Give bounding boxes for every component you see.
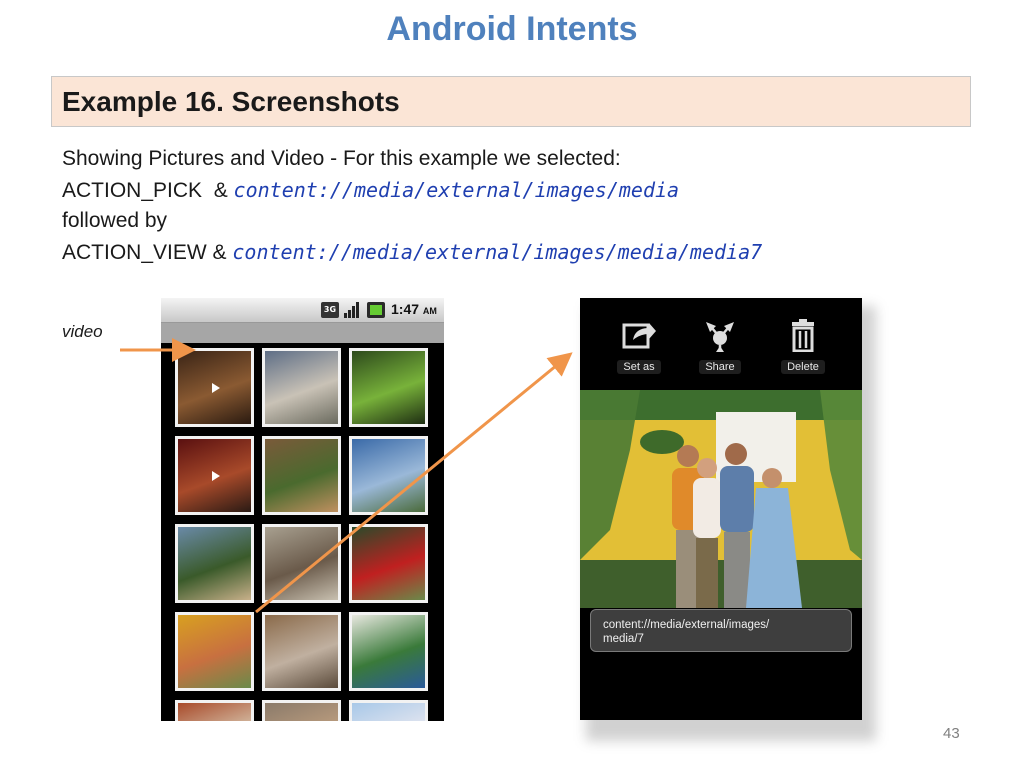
description: Showing Pictures and Video - For this ex… xyxy=(62,144,762,268)
sky-thumb-1[interactable] xyxy=(349,436,428,515)
golfer-thumb[interactable] xyxy=(349,524,428,603)
trash-icon xyxy=(792,319,814,352)
status-bar: 3G 1:47 AM xyxy=(161,298,444,323)
group-thumb[interactable] xyxy=(262,612,341,691)
gallery-title-bar xyxy=(161,323,444,343)
android-thumb[interactable] xyxy=(349,348,428,427)
crowd-thumb[interactable] xyxy=(262,700,341,721)
status-time: 1:47 AM xyxy=(391,301,437,317)
uri-line-1: content://media/external/images/ xyxy=(603,619,770,631)
thumbnail-image xyxy=(265,439,338,512)
thumbnail-image xyxy=(178,527,251,600)
beach-thumb[interactable] xyxy=(175,524,254,603)
thumbnail-image xyxy=(178,615,251,688)
thumbnail-image xyxy=(352,351,425,424)
video-label: video xyxy=(62,322,103,341)
thumbnail-image xyxy=(178,351,251,424)
thumbnail-image xyxy=(265,615,338,688)
uri-line-2: media/7 xyxy=(603,633,644,645)
example-header-box: Example 16. Screenshots xyxy=(51,76,971,127)
share-button[interactable]: Share xyxy=(690,318,750,375)
gallery-screenshot: 3G 1:47 AM xyxy=(161,298,444,721)
delete-label: Delete xyxy=(781,360,825,374)
house-thumb[interactable] xyxy=(175,700,254,721)
thumbnail-image xyxy=(352,439,425,512)
thumbnail-image xyxy=(265,527,338,600)
action-view-text: ACTION_VIEW & xyxy=(62,240,233,264)
network-3g-icon: 3G xyxy=(321,302,339,318)
action-pick-text: ACTION_PICK & xyxy=(62,178,234,202)
street-thumb[interactable] xyxy=(262,348,341,427)
golf-thumb[interactable] xyxy=(349,612,428,691)
people-thumb-1[interactable] xyxy=(262,436,341,515)
set-as-label: Set as xyxy=(617,360,661,374)
battery-icon xyxy=(367,302,385,318)
share-label: Share xyxy=(699,360,741,374)
thumbnail-image xyxy=(352,527,425,600)
thumbnail-image xyxy=(178,703,251,721)
thumbnail-image xyxy=(352,703,425,721)
description-line-4: ACTION_VIEW & content://media/external/i… xyxy=(62,237,762,269)
pick-uri: content://media/external/images/media xyxy=(233,177,680,202)
slide-title: Android Intents xyxy=(386,10,638,48)
uri-toast: content://media/external/images/ media/7 xyxy=(590,609,852,652)
family-photo xyxy=(580,390,862,608)
thumbnail-image xyxy=(265,703,338,721)
delete-button[interactable]: Delete xyxy=(773,318,833,375)
signal-icon xyxy=(344,302,360,318)
viewer-screenshot: Set as Share Delete content://media/exte… xyxy=(580,298,862,720)
thumbnail-image xyxy=(352,615,425,688)
description-line-3: followed by xyxy=(62,209,168,232)
building-thumb[interactable] xyxy=(262,524,341,603)
page-number: 43 xyxy=(943,725,960,742)
play-icon xyxy=(211,470,220,481)
set-as-button[interactable]: Set as xyxy=(609,318,669,375)
sky-thumb-2[interactable] xyxy=(349,700,428,721)
description-line-2: ACTION_PICK & content://media/external/i… xyxy=(62,175,762,207)
thumbnail-image xyxy=(265,351,338,424)
example-title: Example 16. Screenshots xyxy=(62,86,400,117)
view-uri: content://media/external/images/media/me… xyxy=(232,239,763,264)
share-icon xyxy=(706,322,734,352)
family-thumb[interactable] xyxy=(175,612,254,691)
video-thumb-1[interactable] xyxy=(175,348,254,427)
set-as-icon xyxy=(622,323,656,349)
play-icon xyxy=(211,382,220,393)
thumbnail-image xyxy=(178,439,251,512)
video-thumb-2[interactable] xyxy=(175,436,254,515)
description-line-1: Showing Pictures and Video - For this ex… xyxy=(62,147,621,170)
